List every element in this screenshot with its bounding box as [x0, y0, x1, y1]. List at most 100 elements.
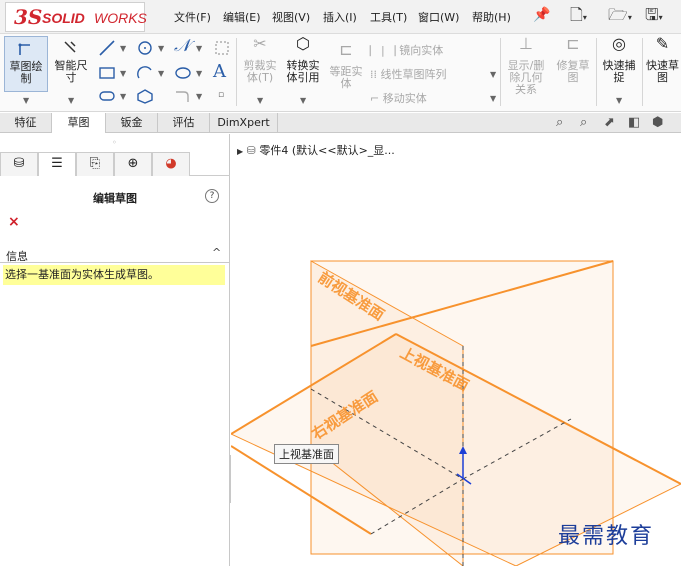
display-relations-button[interactable]: ⊥ 显示/删 除几何 关系	[504, 34, 548, 96]
save-icon[interactable]: 🖫▾	[645, 4, 663, 28]
relations-icon: ⊥	[519, 34, 533, 53]
rect-dropdown-icon[interactable]: ▼	[120, 69, 126, 78]
plane-icon[interactable]: ▫	[218, 90, 224, 100]
convert-dropdown-icon[interactable]: ▼	[300, 96, 306, 105]
separator	[500, 38, 501, 106]
section-view-icon[interactable]: ◧	[628, 115, 640, 130]
sketch-button[interactable]: 草图绘 制	[4, 36, 48, 92]
quick-snap-dropdown-icon[interactable]: ▼	[616, 96, 622, 105]
line-icon[interactable]	[98, 39, 116, 57]
convert-entities-icon: ⬡	[296, 34, 310, 53]
tab-features[interactable]: 特征	[0, 113, 52, 133]
part-icon: ⛁	[246, 144, 256, 157]
linear-pattern-label: 线性草图阵列	[380, 68, 447, 81]
rapid-sketch-label: 快速草 图	[646, 59, 679, 84]
tab-sketch[interactable]: 草图	[52, 113, 106, 133]
offset-entities-button[interactable]: ⊏ 等距实 体	[326, 40, 366, 90]
line-dropdown-icon[interactable]: ▼	[120, 44, 126, 53]
move-dropdown-icon[interactable]: ▼	[490, 94, 496, 103]
slot-icon[interactable]	[98, 88, 116, 104]
manager-tabs: ⛁ ☰ ⎘ ⊕ ◕	[0, 152, 230, 176]
zoom-to-fit-icon[interactable]: ⌕	[556, 115, 563, 130]
trim-icon: ✂	[253, 34, 267, 53]
mirror-label: 镜向实体	[399, 44, 444, 57]
ellipse-icon[interactable]	[174, 64, 192, 82]
help-icon[interactable]: ?	[205, 189, 219, 203]
panel-grip-icon[interactable]: ◦	[112, 138, 117, 147]
zoom-area-icon[interactable]: ⌕	[580, 115, 587, 130]
menu-help[interactable]: 帮助(H)	[472, 9, 511, 25]
crosshair-icon: ⊕	[127, 156, 139, 171]
solidworks-logo[interactable]: 3S SOLID WORKS	[5, 2, 147, 32]
rect-icon[interactable]	[98, 64, 116, 82]
collapse-caret-icon[interactable]: ^	[212, 246, 221, 259]
new-document-icon[interactable]: 🗋▾	[570, 4, 587, 28]
rapid-sketch-button[interactable]: ✎ 快速草 图	[644, 36, 681, 84]
slot-dropdown-icon[interactable]: ▼	[120, 92, 126, 101]
view-orientation-icon[interactable]: ⬢	[652, 115, 663, 130]
color-wheel-icon: ◕	[165, 156, 177, 171]
menu-edit[interactable]: 编辑(E)	[223, 9, 261, 25]
smart-dimension-label: 智能尺 寸	[54, 59, 88, 84]
graphics-viewport[interactable]: 前视基准面 上视基准面 右视基准面 ▶ ⛁ 零件4 (默认<<默认>_显... …	[231, 134, 681, 566]
part-name: 零件4 (默认<<默认>_显...	[259, 144, 395, 157]
smart-dimension-icon	[64, 41, 76, 53]
linear-pattern-button[interactable]: ⁞⁞ 线性草图阵列	[370, 66, 447, 82]
relations-label: 显示/删 除几何 关系	[507, 59, 545, 96]
tab-dimxpert[interactable]: DimXpert	[210, 113, 278, 133]
menu-file[interactable]: 文件(F)	[174, 9, 211, 25]
feature-tree-flyout[interactable]: ▶ ⛁ 零件4 (默认<<默认>_显...	[237, 142, 395, 158]
mirror-entities-button[interactable]: ⎸|⎹ 镜向实体	[370, 42, 443, 58]
tab-sheet-metal[interactable]: 钣金	[106, 113, 158, 133]
tab-evaluate[interactable]: 评估	[158, 113, 210, 133]
spline-dropdown-icon[interactable]: ▼	[196, 44, 202, 53]
feature-tree-icon: ⛁	[13, 156, 25, 171]
trim-dropdown-icon[interactable]: ▼	[257, 96, 263, 105]
menu-tools[interactable]: 工具(T)	[370, 9, 407, 25]
ellipse-dropdown-icon[interactable]: ▼	[196, 69, 202, 78]
move-label: 移动实体	[382, 92, 427, 105]
cancel-button[interactable]: ×	[8, 214, 20, 230]
display-manager-tab[interactable]: ◕	[152, 152, 190, 176]
fillet-dropdown-icon[interactable]: ▼	[196, 92, 202, 101]
configuration-manager-tab[interactable]: ⎘	[76, 152, 114, 176]
sketch-icon	[18, 43, 30, 55]
trim-label: 剪裁实 体(T)	[243, 59, 277, 84]
move-entities-button[interactable]: ⌐ 移动实体	[370, 90, 427, 106]
trim-button[interactable]: ✂ 剪裁实 体(T)	[240, 34, 280, 84]
convert-entities-button[interactable]: ⬡ 转换实 体引用	[282, 34, 324, 84]
move-icon: ⌐	[370, 92, 383, 105]
arc-dropdown-icon[interactable]: ▼	[158, 69, 164, 78]
rectangle-icon[interactable]	[136, 39, 154, 57]
menu-insert[interactable]: 插入(I)	[323, 9, 357, 25]
polygon-icon[interactable]	[136, 88, 154, 104]
open-folder-icon[interactable]: 🗁▾	[608, 4, 632, 28]
dimxpert-manager-tab[interactable]: ⊕	[114, 152, 152, 176]
property-manager-tab[interactable]: ☰	[38, 152, 76, 176]
quick-snaps-button[interactable]: ◎ 快速捕 捉	[598, 36, 640, 84]
spline-icon[interactable]: 𝒩	[174, 36, 190, 56]
configuration-icon: ⎘	[89, 156, 101, 171]
menu-view[interactable]: 视图(V)	[272, 9, 310, 25]
logo-ds-mark: 3S	[14, 5, 43, 29]
title-bar: 3S SOLID WORKS 文件(F) 编辑(E) 视图(V) 插入(I) 工…	[0, 0, 681, 34]
circle-dropdown-icon[interactable]: ▼	[158, 44, 164, 53]
text-icon[interactable]: A	[213, 61, 226, 82]
menu-window[interactable]: 窗口(W)	[418, 9, 459, 25]
command-manager: 草图绘 制 ▼ 智能尺 寸 ▼ ▼ ▼ 𝒩 ▼ ▼ ▼ ▼ A ▼ ▼ ▫ ✂ …	[0, 34, 681, 112]
smart-dimension-dropdown-icon[interactable]: ▼	[68, 96, 74, 105]
fillet-icon[interactable]	[174, 88, 192, 104]
repair-sketch-button[interactable]: ⊏ 修复草 图	[552, 36, 594, 84]
smart-dimension-button[interactable]: 智能尺 寸	[50, 38, 92, 84]
sketch-dropdown-icon[interactable]: ▼	[23, 96, 29, 105]
linear-pattern-dropdown-icon[interactable]: ▼	[490, 70, 496, 79]
arc-icon[interactable]	[136, 64, 154, 82]
point-icon[interactable]	[213, 39, 231, 57]
pm-title: 编辑草图	[93, 192, 137, 205]
offset-entities-icon: ⊏	[339, 40, 353, 59]
pin-icon[interactable]: 📌	[533, 7, 550, 23]
expand-arrow-icon[interactable]: ▶	[237, 147, 243, 156]
feature-manager-tab[interactable]: ⛁	[0, 152, 38, 176]
previous-view-icon[interactable]: ⬈	[604, 115, 615, 130]
separator	[642, 38, 643, 106]
